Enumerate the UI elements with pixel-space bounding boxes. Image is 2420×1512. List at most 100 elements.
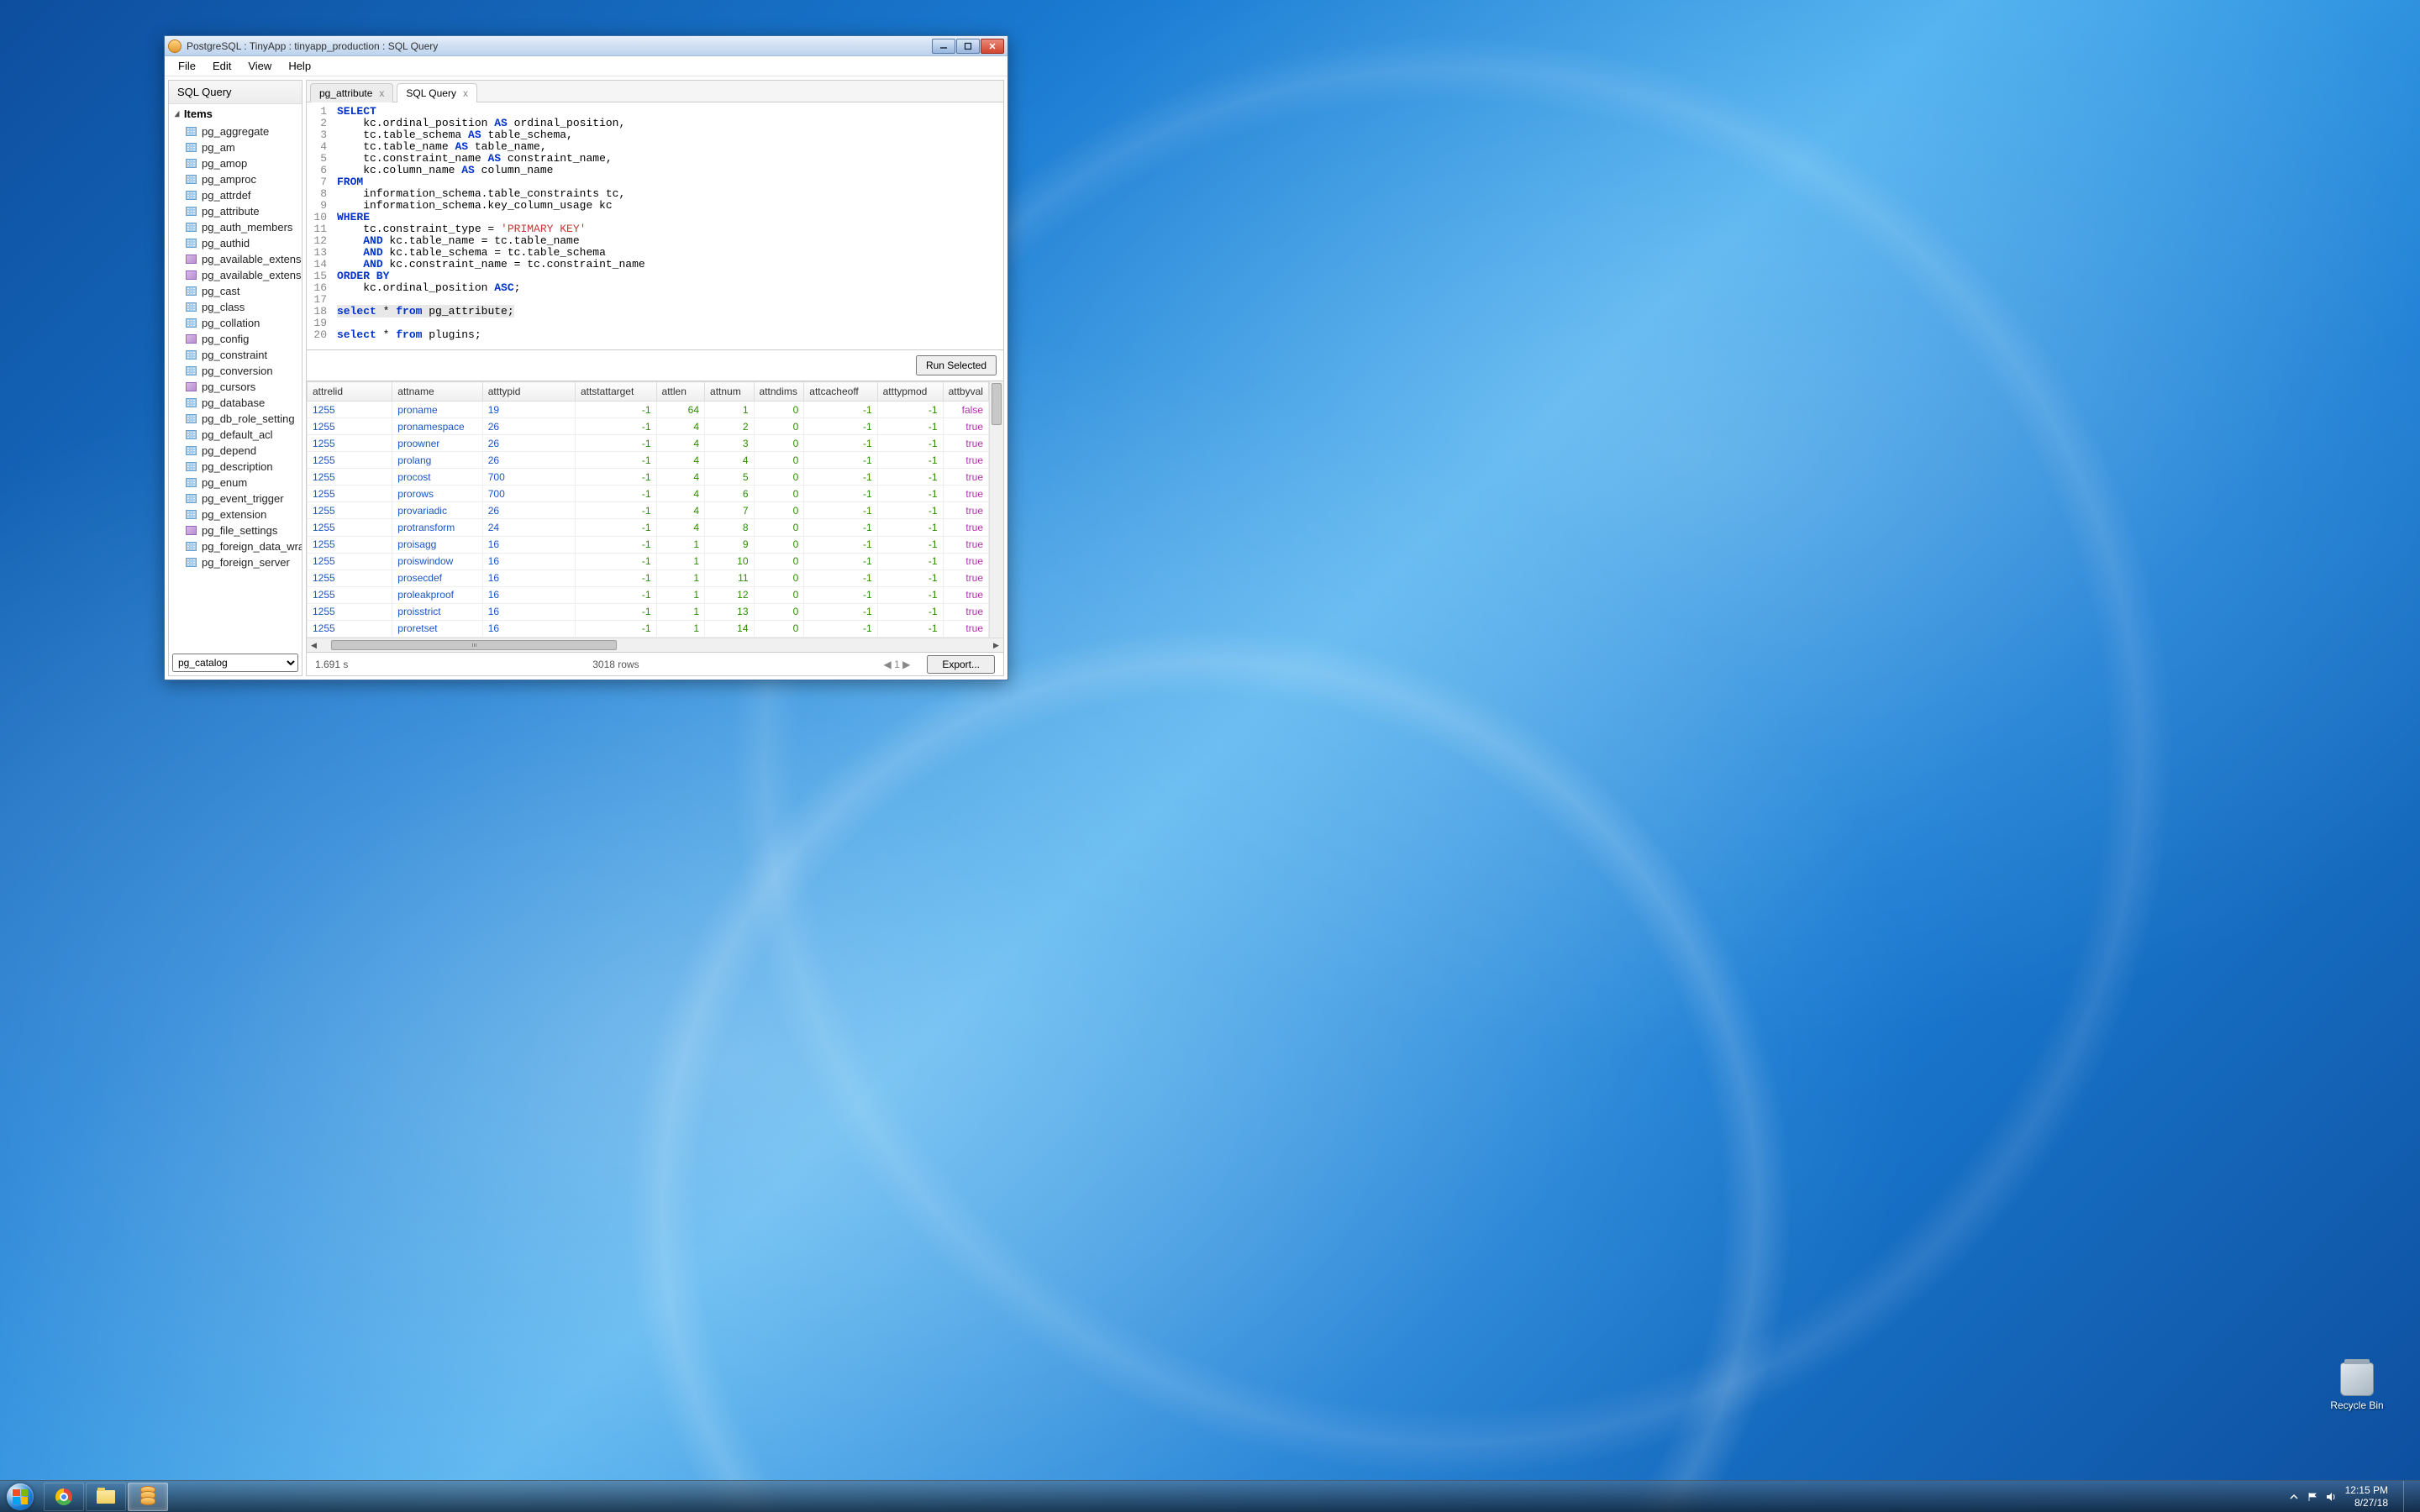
tree-item[interactable]: pg_extension [169,507,302,522]
tree-item[interactable]: pg_collation [169,315,302,331]
table-cell: -1 [877,620,943,637]
table-cell: 0 [754,536,804,553]
menu-edit[interactable]: Edit [206,58,238,74]
column-header[interactable]: attrelid [308,382,392,402]
tree-item[interactable]: pg_cast [169,283,302,299]
table-row[interactable]: 1255protransform24-1480-1-1true [308,519,989,536]
scroll-right-arrow[interactable]: ▶ [989,638,1003,652]
tree-item[interactable]: pg_authid [169,235,302,251]
tree-item[interactable]: pg_foreign_data_wrap [169,538,302,554]
column-header[interactable]: atttypid [482,382,575,402]
column-header[interactable]: attcacheoff [804,382,877,402]
table-row[interactable]: 1255pronamespace26-1420-1-1true [308,418,989,435]
scrollbar-thumb[interactable] [992,383,1002,425]
table-row[interactable]: 1255proisagg16-1190-1-1true [308,536,989,553]
horizontal-scrollbar[interactable]: ◀ ▶ [307,638,1003,652]
schema-select[interactable]: pg_catalog [172,654,298,672]
table-row[interactable]: 1255proleakproof16-11120-1-1true [308,586,989,603]
menubar: File Edit View Help [165,56,1007,76]
column-header[interactable]: attndims [754,382,804,402]
table-row[interactable]: 1255proowner26-1430-1-1true [308,435,989,452]
table-cell: -1 [804,486,877,502]
column-header[interactable]: attbyval [943,382,988,402]
column-header[interactable]: attname [392,382,482,402]
tree-item[interactable]: pg_description [169,459,302,475]
tree-item[interactable]: pg_amop [169,155,302,171]
table-cell: -1 [804,418,877,435]
tab-close-icon[interactable]: x [379,87,384,99]
tree-root[interactable]: Items [169,104,302,123]
tray-volume-icon[interactable] [2325,1491,2337,1503]
tree-item[interactable]: pg_event_trigger [169,491,302,507]
close-button[interactable] [981,39,1004,54]
tree-item[interactable]: pg_enum [169,475,302,491]
show-desktop-button[interactable] [2403,1481,2413,1512]
tray-flag-icon[interactable] [2307,1491,2318,1503]
table-cell: 1255 [308,536,392,553]
clock-time: 12:15 PM [2345,1484,2388,1496]
table-row[interactable]: 1255provariadic26-1470-1-1true [308,502,989,519]
tree-item[interactable]: pg_foreign_server [169,554,302,570]
tree-item[interactable]: pg_file_settings [169,522,302,538]
tree-item[interactable]: pg_constraint [169,347,302,363]
table-icon [186,462,197,471]
titlebar[interactable]: PostgreSQL : TinyApp : tinyapp_productio… [165,36,1007,56]
minimize-button[interactable] [932,39,955,54]
column-header[interactable]: attstattarget [575,382,656,402]
start-button[interactable] [0,1481,40,1512]
tree-item[interactable]: pg_available_extension [169,267,302,283]
export-button[interactable]: Export... [927,655,995,674]
table-row[interactable]: 1255proretset16-11140-1-1true [308,620,989,637]
tree-item[interactable]: pg_available_extension [169,251,302,267]
table-row[interactable]: 1255proname19-16410-1-1false [308,402,989,418]
tree-item[interactable]: pg_attribute [169,203,302,219]
tree-item[interactable]: pg_class [169,299,302,315]
tree-item[interactable]: pg_aggregate [169,123,302,139]
column-header[interactable]: attnum [705,382,755,402]
tree-item[interactable]: pg_am [169,139,302,155]
table-row[interactable]: 1255proisstrict16-11130-1-1true [308,603,989,620]
scroll-left-arrow[interactable]: ◀ [307,638,321,652]
taskbar-explorer[interactable] [86,1483,126,1511]
table-row[interactable]: 1255prolang26-1440-1-1true [308,452,989,469]
tree-item[interactable]: pg_default_acl [169,427,302,443]
menu-file[interactable]: File [171,58,203,74]
tree-item[interactable]: pg_conversion [169,363,302,379]
vertical-scrollbar[interactable] [989,381,1003,638]
tray-arrow-icon[interactable] [2288,1491,2300,1503]
tree-item[interactable]: pg_amproc [169,171,302,187]
sql-editor[interactable]: 1234567891011121314151617181920 SELECT k… [307,102,1003,350]
editor-tab[interactable]: pg_attributex [310,83,393,102]
maximize-button[interactable] [956,39,980,54]
recycle-bin[interactable]: Recycle Bin [2328,1362,2386,1411]
table-row[interactable]: 1255prorows700-1460-1-1true [308,486,989,502]
tab-close-icon[interactable]: x [463,87,468,99]
tree-item[interactable]: pg_config [169,331,302,347]
editor-code[interactable]: SELECT kc.ordinal_position AS ordinal_po… [332,102,1003,349]
tree-item[interactable]: pg_auth_members [169,219,302,235]
menu-help[interactable]: Help [281,58,318,74]
taskbar-app[interactable] [128,1483,168,1511]
table-cell: -1 [804,469,877,486]
table-cell: 1255 [308,502,392,519]
run-selected-button[interactable]: Run Selected [916,355,997,375]
editor-tab[interactable]: SQL Queryx [397,83,477,102]
column-header[interactable]: atttypmod [877,382,943,402]
table-icon [186,207,197,216]
results-grid[interactable]: attrelidattnameatttypidattstattargetattl… [307,381,989,638]
table-row[interactable]: 1255prosecdef16-11110-1-1true [308,570,989,586]
tree-item[interactable]: pg_depend [169,443,302,459]
table-cell: -1 [877,502,943,519]
taskbar-chrome[interactable] [44,1483,84,1511]
scrollbar-thumb[interactable] [331,640,617,650]
column-header[interactable]: attlen [656,382,704,402]
taskbar[interactable]: 12:15 PM 8/27/18 [0,1480,2420,1512]
tree-item[interactable]: pg_database [169,395,302,411]
tree-item[interactable]: pg_cursors [169,379,302,395]
table-row[interactable]: 1255proiswindow16-11100-1-1true [308,553,989,570]
table-row[interactable]: 1255procost700-1450-1-1true [308,469,989,486]
taskbar-clock[interactable]: 12:15 PM 8/27/18 [2345,1484,2388,1509]
menu-view[interactable]: View [241,58,278,74]
tree-item[interactable]: pg_db_role_setting [169,411,302,427]
tree-item[interactable]: pg_attrdef [169,187,302,203]
